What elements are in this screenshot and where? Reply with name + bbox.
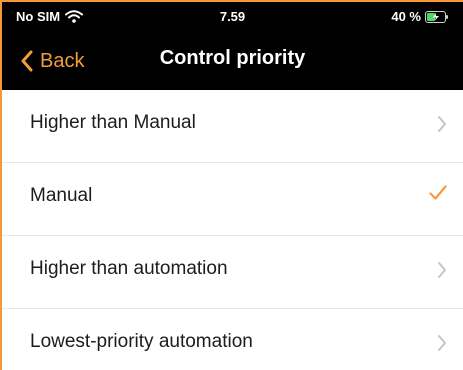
option-higher-than-automation[interactable]: Higher than automation — [2, 236, 463, 309]
option-label: Lowest-priority automation — [30, 331, 253, 352]
navigation-bar: Back Control priority — [2, 38, 463, 84]
checkmark-icon — [429, 185, 447, 200]
priority-options-list: Higher than Manual Manual Higher than au… — [2, 90, 463, 370]
frame-edge-top — [0, 0, 463, 2]
battery-percent: 40 % — [391, 9, 421, 24]
frame-edge-left — [0, 0, 2, 370]
app-screen: No SIM 7.59 40 % Back Control priority H… — [0, 0, 463, 370]
chevron-right-icon — [438, 335, 446, 351]
page-title: Control priority — [159, 47, 306, 69]
chevron-right-icon — [438, 116, 446, 132]
option-higher-than-manual[interactable]: Higher than Manual — [2, 90, 463, 163]
option-label: Higher than automation — [30, 258, 228, 279]
option-manual[interactable]: Manual — [2, 163, 463, 236]
status-bar: No SIM 7.59 40 % — [2, 6, 463, 28]
battery-charging-icon — [425, 10, 448, 23]
option-label: Higher than Manual — [30, 112, 196, 133]
status-right: 40 % — [391, 9, 449, 24]
chevron-right-icon — [438, 262, 446, 278]
option-lowest-priority-automation[interactable]: Lowest-priority automation — [2, 309, 463, 370]
option-label: Manual — [30, 185, 93, 206]
